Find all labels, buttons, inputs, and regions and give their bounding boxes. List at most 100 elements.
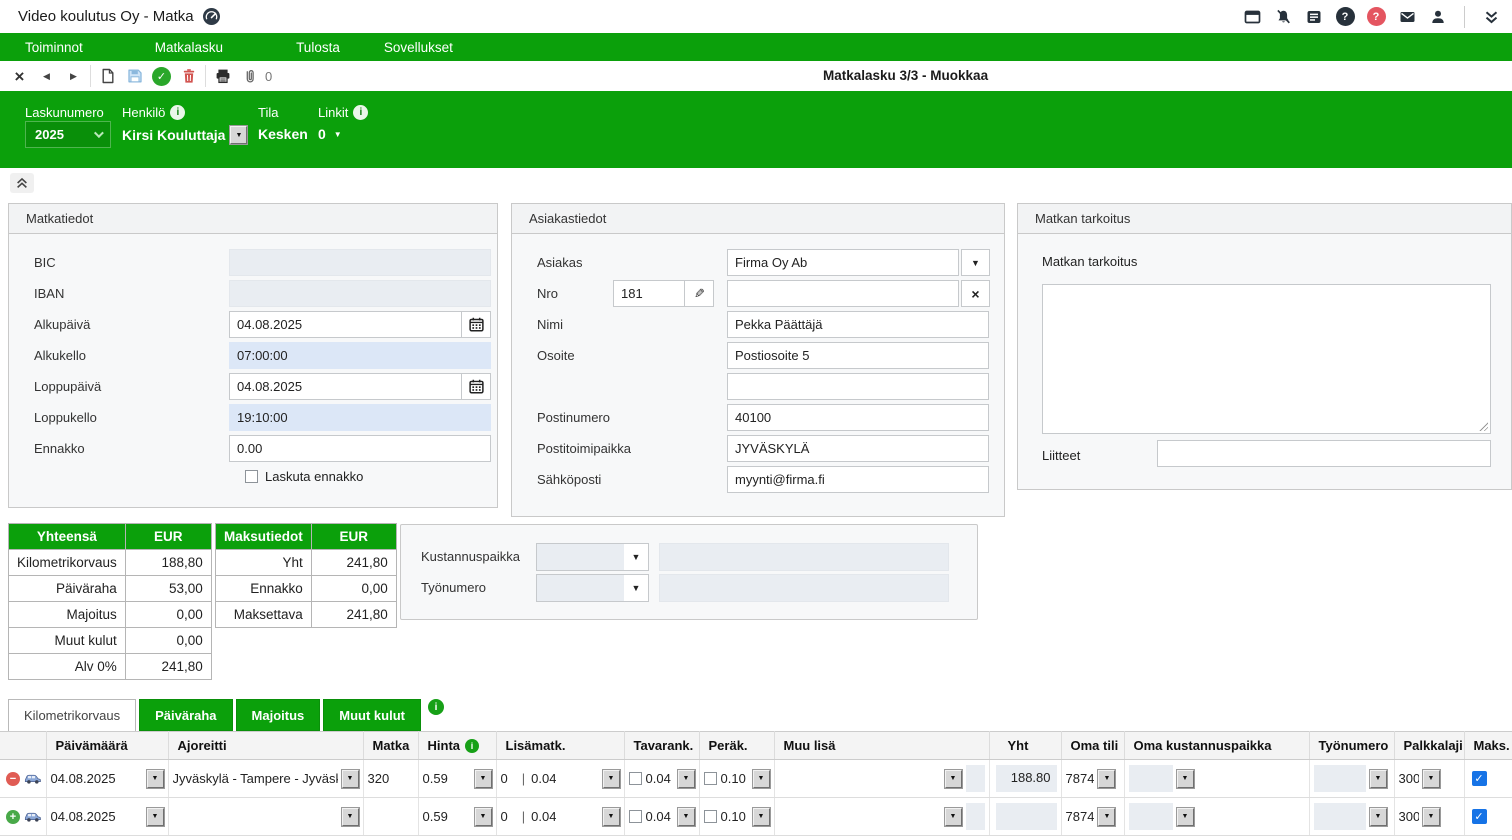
tavarank-rate-field[interactable]: 0.04: [646, 771, 671, 786]
journal-icon[interactable]: [1301, 5, 1327, 29]
collapse-header-button[interactable]: [10, 173, 34, 193]
nimi-field[interactable]: [727, 311, 989, 338]
perak-checkbox[interactable]: [704, 772, 717, 785]
palkkalaji-field[interactable]: 300: [1399, 809, 1419, 824]
extra-km-field[interactable]: 0: [501, 771, 508, 786]
tarkoitus-textarea[interactable]: [1042, 284, 1491, 434]
calendar-button[interactable]: [462, 373, 491, 400]
dropdown-button[interactable]: ▼: [1177, 770, 1194, 788]
kustannuspaikka-select[interactable]: ▼: [536, 543, 649, 571]
prev-button[interactable]: ◀: [33, 63, 60, 89]
add-row-icon[interactable]: +: [6, 810, 20, 824]
postitoimipaikka-field[interactable]: [727, 435, 989, 462]
laskuta-ennakko-checkbox[interactable]: [245, 470, 258, 483]
print-button[interactable]: [209, 63, 236, 89]
dropdown-button[interactable]: ▼: [1423, 808, 1440, 826]
help-icon[interactable]: ?: [1332, 5, 1358, 29]
attachments-button[interactable]: [236, 63, 263, 89]
sahkoposti-field[interactable]: [727, 466, 989, 493]
price-field[interactable]: 0.59: [423, 809, 448, 824]
route-field[interactable]: Jyväskylä - Tampere - Jyväskylä: [173, 771, 338, 786]
extra-rate-field[interactable]: 0.04: [531, 771, 556, 786]
dropdown-button[interactable]: ▼: [475, 808, 492, 826]
dropdown-button[interactable]: ▼: [1177, 808, 1194, 826]
liitteet-field[interactable]: [1157, 440, 1491, 467]
delete-button[interactable]: [175, 63, 202, 89]
window-icon[interactable]: [1239, 5, 1265, 29]
help-alert-icon[interactable]: ?: [1363, 5, 1389, 29]
tavarank-checkbox[interactable]: [629, 772, 642, 785]
tavarank-rate-field[interactable]: 0.04: [646, 809, 671, 824]
dropdown-button[interactable]: ▼: [1370, 770, 1387, 788]
perak-rate-field[interactable]: 0.10: [721, 771, 746, 786]
mail-icon[interactable]: [1394, 5, 1420, 29]
tavarank-checkbox[interactable]: [629, 810, 642, 823]
account-field[interactable]: 7874: [1066, 809, 1095, 824]
henkilo-dropdown-button[interactable]: ▼: [230, 126, 247, 144]
perak-rate-field[interactable]: 0.10: [721, 809, 746, 824]
info-icon[interactable]: i: [465, 739, 479, 753]
loppukello-field[interactable]: [229, 404, 491, 431]
remove-row-icon[interactable]: −: [6, 772, 20, 786]
dropdown-button[interactable]: ▼: [678, 770, 695, 788]
linkit-dropdown[interactable]: 0 ▼: [318, 126, 342, 142]
calendar-button[interactable]: [462, 311, 491, 338]
tab-muut-kulut[interactable]: Muut kulut: [323, 699, 421, 731]
info-icon[interactable]: i: [170, 105, 185, 120]
dropdown-button[interactable]: ▼: [753, 808, 770, 826]
dropdown-button[interactable]: ▼: [945, 770, 962, 788]
dropdown-button[interactable]: ▼: [147, 770, 164, 788]
extra-rate-field[interactable]: 0.04: [531, 809, 556, 824]
palkkalaji-field[interactable]: 300: [1399, 771, 1419, 786]
close-button[interactable]: ×: [6, 63, 33, 89]
dropdown-button[interactable]: ▼: [1098, 770, 1115, 788]
dropdown-button[interactable]: ▼: [603, 770, 620, 788]
menu-toiminnot[interactable]: Toiminnot: [13, 33, 95, 61]
dropdown-button[interactable]: ▼: [342, 808, 359, 826]
ennakko-field[interactable]: [229, 435, 491, 462]
asiakas-select[interactable]: Firma Oy Ab: [727, 249, 959, 276]
nro-field[interactable]: [613, 280, 685, 307]
dropdown-button[interactable]: ▼: [678, 808, 695, 826]
postinumero-field[interactable]: [727, 404, 989, 431]
loppupaiva-field[interactable]: [229, 373, 462, 400]
tab-paivaraha[interactable]: Päiväraha: [139, 699, 232, 731]
tyonumero-select[interactable]: ▼: [536, 574, 649, 602]
save-button[interactable]: [121, 63, 148, 89]
tab-kilometrikorvaus[interactable]: Kilometrikorvaus: [8, 699, 136, 731]
dropdown-button[interactable]: ▼: [1423, 770, 1440, 788]
chevrons-down-icon[interactable]: [1478, 5, 1504, 29]
edit-customer-button[interactable]: ✎: [685, 280, 714, 307]
bell-off-icon[interactable]: [1270, 5, 1296, 29]
date-field[interactable]: 04.08.2025: [51, 771, 116, 786]
dropdown-button[interactable]: ▼: [753, 770, 770, 788]
customer-search-field[interactable]: [727, 280, 959, 307]
price-field[interactable]: 0.59: [423, 771, 448, 786]
dropdown-button[interactable]: ▼: [475, 770, 492, 788]
new-document-button[interactable]: [94, 63, 121, 89]
laskunumero-select[interactable]: 2025: [25, 121, 111, 148]
maks-checkbox[interactable]: ✓: [1472, 809, 1487, 824]
next-button[interactable]: ▶: [60, 63, 87, 89]
menu-sovellukset[interactable]: Sovellukset: [372, 33, 465, 61]
account-field[interactable]: 7874: [1066, 771, 1095, 786]
clear-customer-button[interactable]: ×: [961, 280, 990, 307]
date-field[interactable]: 04.08.2025: [51, 809, 116, 824]
dropdown-button[interactable]: ▼: [1098, 808, 1115, 826]
dropdown-button[interactable]: ▼: [945, 808, 962, 826]
info-icon[interactable]: i: [353, 105, 368, 120]
alkupaiva-field[interactable]: [229, 311, 462, 338]
menu-matkalasku[interactable]: Matkalasku: [143, 33, 235, 61]
alkukello-field[interactable]: [229, 342, 491, 369]
maks-checkbox[interactable]: ✓: [1472, 771, 1487, 786]
menu-tulosta[interactable]: Tulosta: [284, 33, 352, 61]
osoite-field[interactable]: [727, 342, 989, 369]
dropdown-button[interactable]: ▼: [1370, 808, 1387, 826]
dropdown-button[interactable]: ▼: [147, 808, 164, 826]
osoite2-field[interactable]: [727, 373, 989, 400]
dropdown-button[interactable]: ▼: [342, 770, 359, 788]
distance-field[interactable]: 320: [368, 771, 390, 786]
tab-majoitus[interactable]: Majoitus: [236, 699, 321, 731]
asiakas-dropdown-button[interactable]: ▼: [961, 249, 990, 276]
perak-checkbox[interactable]: [704, 810, 717, 823]
